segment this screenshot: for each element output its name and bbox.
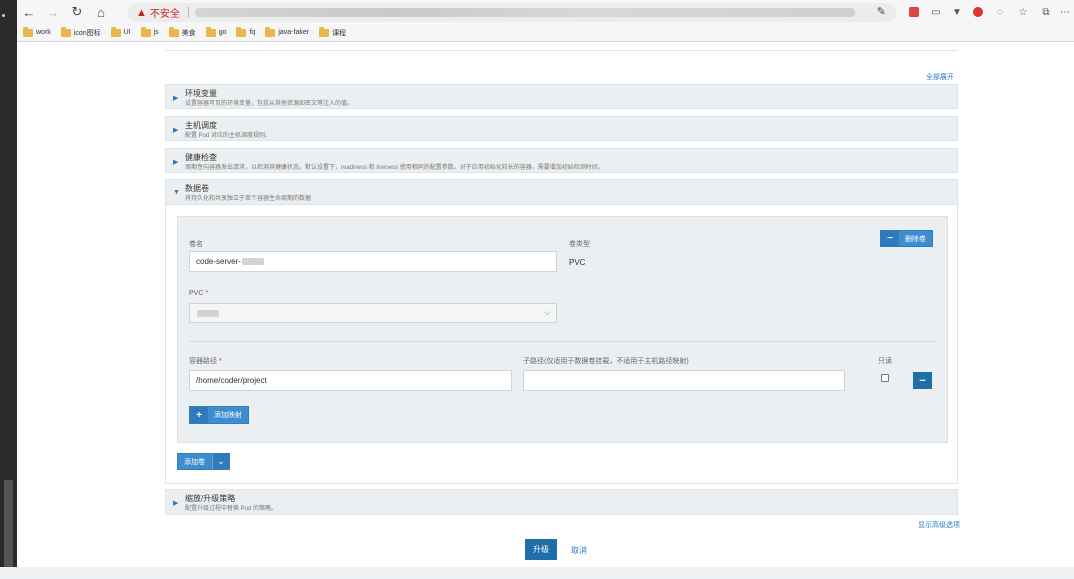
bookmark-folder[interactable]: work [23, 26, 51, 37]
address-bar[interactable]: ▲ 不安全 ✎ [128, 3, 896, 22]
divider [189, 341, 936, 342]
warning-icon: ▲ [136, 6, 147, 19]
folder-icon [319, 26, 330, 37]
folder-icon [205, 26, 216, 37]
folder-icon [23, 26, 33, 37]
bookmark-folder[interactable]: UI [110, 26, 131, 37]
home-icon[interactable]: ⌂ [89, 0, 113, 24]
reload-icon[interactable]: ↻ [65, 0, 89, 24]
insecure-label: 不安全 [149, 9, 180, 20]
cancel-link[interactable]: 取消 [571, 545, 587, 556]
bookmark-folder[interactable]: 美食 [168, 26, 196, 38]
favorites-icon[interactable]: ☆ [1015, 4, 1031, 20]
section-desc: 配置升级过程中替换 Pod 的策略。 [185, 506, 278, 512]
bottom-bar [0, 567, 1074, 579]
volume-name-input[interactable]: code-server- [189, 251, 557, 272]
remove-volume-button[interactable]: − 删除卷 [880, 230, 933, 247]
folder-icon [168, 26, 179, 37]
plus-icon: + [190, 407, 208, 423]
folder-icon [140, 26, 151, 37]
triangle-right-icon: ▶ [173, 159, 179, 166]
bookmark-folder[interactable]: 课程 [319, 26, 346, 38]
left-sidebar-strip [0, 0, 17, 579]
browser-chrome: ← → ↻ ⌂ ▲ 不安全 ✎ ▭ ▼ ◌ ☆ ⧉ ⋯ work icon图标 … [17, 0, 1074, 42]
chevron-down-icon[interactable]: ⌄ [212, 453, 230, 470]
minus-icon: − [919, 374, 926, 387]
section-env[interactable]: ▶ 环境变量 设置容器可见的环境变量，包括从其他资源如密文等注入的值。 [165, 84, 958, 109]
volume-type-value: PVC [569, 258, 586, 267]
expand-all-link[interactable]: 全部展开 [926, 72, 954, 82]
address-separator [187, 7, 189, 18]
volume-card: 卷名 code-server- 卷类型 PVC − 删除卷 PVC * ⌵ 容器… [177, 216, 948, 443]
scrollbar-thumb[interactable] [4, 480, 13, 570]
pvc-label: PVC * [189, 290, 209, 297]
minus-icon: − [881, 231, 899, 246]
extension-icon[interactable]: ▼ [949, 4, 965, 20]
translate-icon[interactable]: ✎ [877, 5, 886, 18]
folder-icon [236, 26, 247, 37]
bookmarks-bar: work icon图标 UI js 美食 go fq java-faker 课程 [17, 24, 1074, 41]
section-volumes[interactable]: ▼ 数据卷 将持久化和共享独立于单个容器生命周期的数据 [165, 179, 958, 205]
section-node-scheduling[interactable]: ▶ 主机调度 配置 Pod 对应的主机调度规则。 [165, 116, 958, 141]
extension-icon[interactable] [906, 4, 922, 20]
section-desc: 设置容器可见的环境变量，包括从其他资源如密文等注入的值。 [185, 101, 354, 107]
divider [165, 50, 958, 51]
subpath-input[interactable] [523, 370, 845, 391]
volume-name-label: 卷名 [189, 241, 203, 248]
folder-icon [110, 26, 121, 37]
triangle-right-icon: ▶ [173, 500, 179, 507]
folder-icon [60, 26, 71, 37]
redacted-text [197, 309, 219, 317]
bookmark-folder[interactable]: java-faker [265, 26, 309, 37]
adblock-icon[interactable] [970, 4, 986, 20]
back-icon[interactable]: ← [17, 0, 41, 24]
extension-icon[interactable]: ◌ [992, 4, 1008, 20]
readonly-label: 只读 [878, 358, 892, 365]
mount-path-label: 容器路径 * [189, 358, 222, 365]
section-desc: 周期性向容器发出请求，以检测其健康状态。默认设置下，readiness 和 li… [185, 165, 604, 171]
mount-path-input[interactable]: /home/coder/project [189, 370, 512, 391]
menu-icon[interactable]: ⋯ [1057, 4, 1073, 20]
pvc-select[interactable]: ⌵ [189, 303, 557, 323]
bookmark-folder[interactable]: js [140, 26, 159, 37]
upgrade-button[interactable]: 升级 [525, 539, 557, 560]
add-volume-dropdown[interactable]: 添加卷 ⌄ [177, 453, 230, 470]
bookmark-folder[interactable]: fq [236, 26, 255, 37]
section-desc: 配置 Pod 对应的主机调度规则。 [185, 133, 272, 139]
triangle-right-icon: ▶ [173, 127, 179, 134]
subpath-label: 子路径(仅适用于数据卷挂载，不适用于主机路径映射) [523, 358, 689, 365]
bookmark-folder[interactable]: icon图标 [60, 26, 101, 38]
add-volume-button[interactable]: 添加卷 [177, 453, 212, 470]
volumes-body: 卷名 code-server- 卷类型 PVC − 删除卷 PVC * ⌵ 容器… [165, 205, 958, 484]
section-desc: 将持久化和共享独立于单个容器生命周期的数据 [185, 196, 312, 202]
readonly-checkbox[interactable] [881, 374, 889, 382]
volume-type-label: 卷类型 [569, 241, 590, 248]
section-health-check[interactable]: ▶ 健康检查 周期性向容器发出请求，以检测其健康状态。默认设置下，readine… [165, 148, 958, 173]
remove-mount-button[interactable]: − [913, 372, 932, 389]
page-content: 全部展开 ▶ 环境变量 设置容器可见的环境变量，包括从其他资源如密文等注入的值。… [17, 42, 1074, 579]
triangle-down-icon: ▼ [173, 189, 180, 196]
triangle-right-icon: ▶ [173, 95, 179, 102]
advanced-options-link[interactable]: 显示高级选项 [918, 520, 960, 530]
forward-icon[interactable]: → [41, 0, 65, 24]
menu-dot [2, 14, 5, 17]
section-scaling-upgrade[interactable]: ▶ 缩放/升级策略 配置升级过程中替换 Pod 的策略。 [165, 489, 958, 515]
collections-icon[interactable]: ⧉ [1038, 4, 1054, 20]
folder-icon [265, 26, 276, 37]
add-mount-button[interactable]: + 添加映射 [189, 406, 249, 424]
url-redacted [194, 8, 855, 17]
redacted-text [241, 258, 264, 265]
chevron-down-icon: ⌵ [544, 307, 551, 317]
extension-icon[interactable]: ▭ [928, 4, 944, 20]
bookmark-folder[interactable]: go [205, 26, 226, 37]
